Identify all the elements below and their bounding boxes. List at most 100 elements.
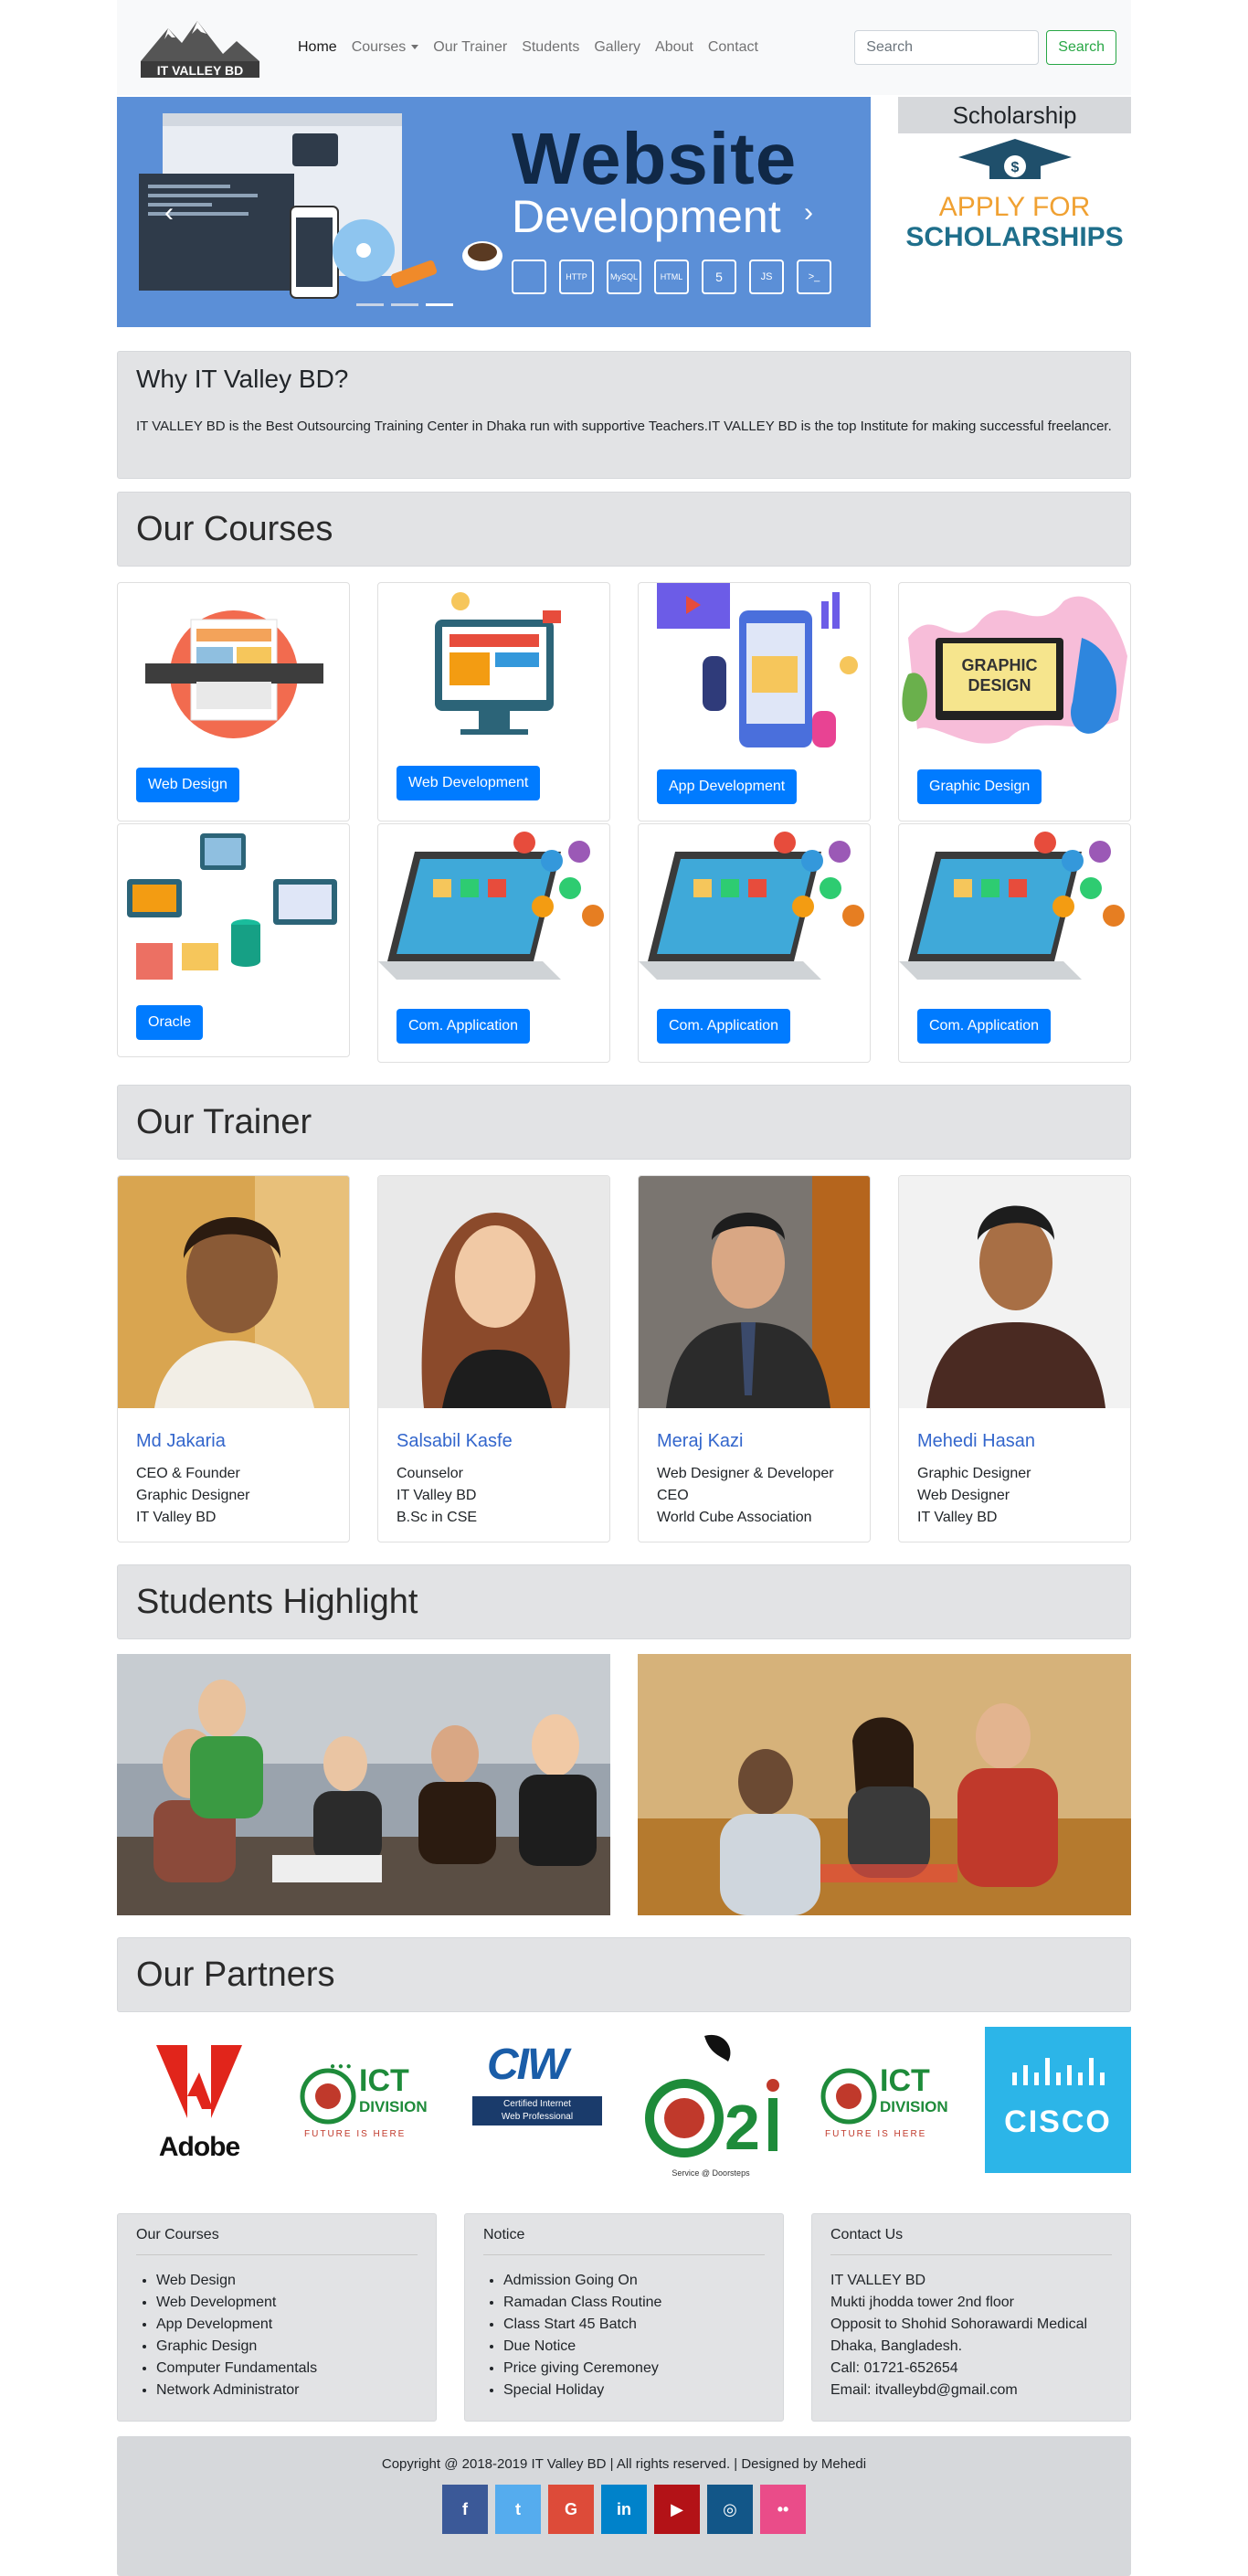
- partner-ict-division[interactable]: ICT DIVISION FUTURE IS HERE: [807, 2027, 962, 2173]
- partner-ciw[interactable]: CIW Certified Internet Web Professional: [460, 2027, 615, 2173]
- social-links: f t G in ▶ ◎ ••: [117, 2485, 1131, 2534]
- nav-gallery[interactable]: Gallery: [587, 32, 648, 63]
- partners-heading: Our Partners: [136, 1956, 335, 1994]
- nav-courses-dropdown[interactable]: Courses: [344, 32, 427, 63]
- ict-main-text: ICT: [359, 2063, 409, 2098]
- hero-carousel[interactable]: Website Development HTTP MySQL HTML 5 JS…: [117, 97, 871, 327]
- trainer-name[interactable]: Meraj Kazi: [657, 1431, 870, 1452]
- search-form: Search: [854, 30, 1116, 65]
- chevron-right-icon[interactable]: ›: [804, 197, 813, 228]
- navbar: IT VALLEY BD Home Courses Our Trainer St…: [117, 0, 1131, 95]
- footer-course-item[interactable]: App Development: [156, 2314, 418, 2336]
- js-icon: JS: [749, 260, 784, 294]
- a2i-subtitle: Service @ Doorsteps: [672, 2168, 750, 2178]
- students-heading: Students Highlight: [136, 1583, 418, 1621]
- terminal-icon: >_: [797, 260, 831, 294]
- footer-course-item[interactable]: Graphic Design: [156, 2336, 418, 2358]
- html5-icon: 5: [702, 260, 736, 294]
- nav-contact[interactable]: Contact: [701, 32, 766, 63]
- partners-section-header: Our Partners: [117, 1937, 1131, 2012]
- footer-contact-title: Contact Us: [830, 2227, 1112, 2255]
- course-card: Oracle: [117, 823, 350, 1057]
- contact-line: Mukti jhodda tower 2nd floor: [830, 2295, 1014, 2310]
- trainer-detail: IT Valley BD: [917, 1510, 998, 1525]
- svg-text:2: 2: [724, 2092, 760, 2163]
- svg-text:DESIGN: DESIGN: [968, 676, 1031, 694]
- footer-notice-item[interactable]: Admission Going On: [503, 2270, 765, 2292]
- footer-notice-item[interactable]: Ramadan Class Routine: [503, 2292, 765, 2314]
- trainer-name[interactable]: Md Jakaria: [136, 1431, 349, 1452]
- scholarship-panel[interactable]: Scholarship $ APPLY FOR SCHOLARSHIPS: [898, 97, 1131, 327]
- footer-course-item[interactable]: Computer Fundamentals: [156, 2358, 418, 2380]
- youtube-icon[interactable]: ▶: [654, 2485, 700, 2534]
- computer-application-image: [378, 832, 604, 980]
- trainer-detail: CEO: [657, 1488, 689, 1503]
- nav-our-trainer[interactable]: Our Trainer: [426, 32, 514, 63]
- graduation-cap-icon: $: [958, 139, 1072, 179]
- footer-courses: Our Courses Web Design Web Development A…: [117, 2213, 437, 2422]
- why-section: Why IT Valley BD? IT VALLEY BD is the Be…: [117, 351, 1131, 479]
- footer-course-item[interactable]: Network Administrator: [156, 2380, 418, 2401]
- course-card: Web Design: [117, 582, 350, 822]
- contact-email[interactable]: Email: itvalleybd@gmail.com: [830, 2380, 1112, 2401]
- nav-about[interactable]: About: [648, 32, 701, 63]
- web-design-image: [145, 610, 323, 738]
- trainer-name[interactable]: Mehedi Hasan: [917, 1431, 1130, 1452]
- course-button-web-design[interactable]: Web Design: [136, 768, 239, 802]
- footer-notice-item[interactable]: Special Holiday: [503, 2380, 765, 2401]
- nav-home[interactable]: Home: [291, 32, 344, 63]
- facebook-icon[interactable]: f: [442, 2485, 488, 2534]
- course-card: Com. Application: [377, 823, 610, 1063]
- footer-notice-item[interactable]: Price giving Ceremoney: [503, 2358, 765, 2380]
- footer-courses-list: Web Design Web Development App Developme…: [136, 2270, 418, 2401]
- course-button-graphic-design[interactable]: Graphic Design: [917, 769, 1042, 804]
- flickr-icon[interactable]: ••: [760, 2485, 806, 2534]
- partner-adobe[interactable]: Adobe: [122, 2027, 277, 2173]
- trainer-name[interactable]: Salsabil Kasfe: [397, 1431, 609, 1452]
- course-button-com-application[interactable]: Com. Application: [917, 1009, 1052, 1044]
- http-icon: HTTP: [559, 260, 594, 294]
- nav-students[interactable]: Students: [514, 32, 587, 63]
- chevron-left-icon[interactable]: ‹: [164, 197, 174, 228]
- copyright-text: Copyright @ 2018-2019 IT Valley BD | All…: [381, 2456, 867, 2472]
- course-button-web-development[interactable]: Web Development: [397, 766, 541, 800]
- ciw-subtitle: Certified Internet Web Professional: [472, 2096, 602, 2125]
- students-photo-2: [638, 1654, 1131, 1915]
- partner-ict-division[interactable]: ● ● ● ICT DIVISION FUTURE IS HERE: [286, 2027, 441, 2173]
- site-logo[interactable]: IT VALLEY BD: [132, 8, 269, 87]
- google-icon[interactable]: G: [548, 2485, 594, 2534]
- why-heading: Why IT Valley BD?: [136, 365, 349, 393]
- twitter-icon[interactable]: t: [495, 2485, 541, 2534]
- search-input[interactable]: [854, 30, 1040, 65]
- footer-notice-item[interactable]: Due Notice: [503, 2336, 765, 2358]
- students-photo-1: [117, 1654, 610, 1915]
- instagram-icon[interactable]: ◎: [707, 2485, 753, 2534]
- trainer-section-header: Our Trainer: [117, 1085, 1131, 1160]
- ict-tagline: FUTURE IS HERE: [304, 2129, 407, 2139]
- ciw-wordmark: CIW: [487, 2041, 568, 2089]
- trainer-detail: World Cube Association: [657, 1510, 812, 1525]
- course-button-app-development[interactable]: App Development: [657, 769, 798, 804]
- course-button-oracle[interactable]: Oracle: [136, 1005, 204, 1040]
- course-button-com-application[interactable]: Com. Application: [657, 1009, 791, 1044]
- footer-notice-item[interactable]: Class Start 45 Batch: [503, 2314, 765, 2336]
- mysql-icon: MySQL: [607, 260, 641, 294]
- partner-a2i[interactable]: 2 a2i Service @ Doorsteps: [633, 2027, 788, 2191]
- web-development-image: [435, 592, 561, 735]
- footer-course-item[interactable]: Web Design: [156, 2270, 418, 2292]
- search-button[interactable]: Search: [1046, 30, 1116, 65]
- scholarship-line1: APPLY FOR: [938, 192, 1091, 222]
- partner-cisco[interactable]: CISCO: [985, 2027, 1131, 2173]
- trainer-detail: Graphic Designer: [136, 1488, 250, 1503]
- course-button-com-application[interactable]: Com. Application: [397, 1009, 531, 1044]
- footer-course-item[interactable]: Web Development: [156, 2292, 418, 2314]
- linkedin-icon[interactable]: in: [601, 2485, 647, 2534]
- footer-notice: Notice Admission Going On Ramadan Class …: [464, 2213, 784, 2422]
- svg-text:● ● ●: ● ● ●: [330, 2062, 352, 2072]
- trainer-card: Md Jakaria CEO & Founder Graphic Designe…: [117, 1175, 350, 1542]
- trainer-card: Salsabil Kasfe Counselor IT Valley BD B.…: [377, 1175, 610, 1542]
- copyright-bar: Copyright @ 2018-2019 IT Valley BD | All…: [117, 2436, 1131, 2576]
- contact-phone: Call: 01721-652654: [830, 2360, 958, 2376]
- adobe-logo-icon: [156, 2045, 242, 2118]
- puzzle-icon: [512, 260, 546, 294]
